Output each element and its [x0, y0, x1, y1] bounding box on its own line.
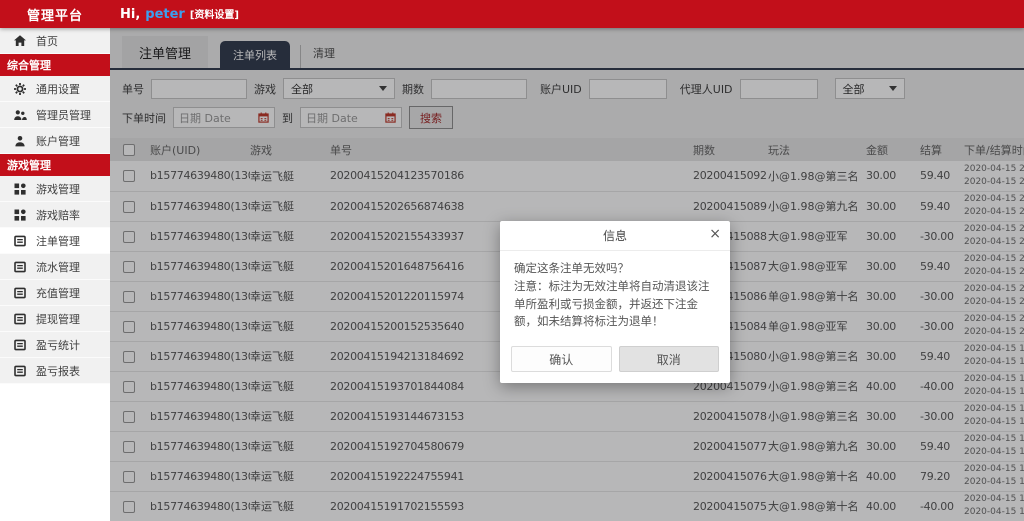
user-icon — [13, 134, 27, 148]
doc-icon — [13, 312, 27, 326]
profile-settings-link[interactable]: [资料设置] — [190, 6, 239, 21]
sidebar-item[interactable]: 游戏赔率 — [0, 202, 110, 228]
gear-icon — [13, 82, 27, 96]
sidebar-item-label: 管理员管理 — [36, 107, 91, 123]
sidebar-item-label: 提现管理 — [36, 311, 80, 327]
grid-icon — [13, 208, 27, 222]
sidebar-item[interactable]: 充值管理 — [0, 280, 110, 306]
sidebar-item[interactable]: 盈亏统计 — [0, 332, 110, 358]
dialog-title-bar: 信息 × — [500, 221, 730, 251]
main-content: 注单管理 注单列表 清理 单号 游戏 全部 期数 账户UID 代理人UID — [110, 28, 1024, 521]
user-greeting: Hi, peter [资料设置] — [120, 6, 239, 22]
sidebar-item[interactable]: 管理员管理 — [0, 102, 110, 128]
doc-icon — [13, 364, 27, 378]
dialog-notice-text: 注意：标注为无效注单将自动清退该注单所盈利或亏损金额，并返还下注金额，如未结算将… — [514, 278, 716, 331]
sidebar-item[interactable]: 游戏管理 — [0, 176, 110, 202]
grid-icon — [13, 182, 27, 196]
sidebar-item-label: 通用设置 — [36, 81, 80, 97]
doc-icon — [13, 286, 27, 300]
doc-icon — [13, 338, 27, 352]
doc-icon — [13, 234, 27, 248]
sidebar-item[interactable]: 盈亏报表 — [0, 358, 110, 384]
admin-app: 管理平台 Hi, peter [资料设置] 首页综合管理通用设置管理员管理账户管… — [0, 0, 1024, 521]
doc-icon — [13, 260, 27, 274]
dialog-title: 信息 — [603, 227, 627, 244]
top-header-bar: 管理平台 Hi, peter [资料设置] — [0, 0, 1024, 28]
sidebar-item-label: 注单管理 — [36, 233, 80, 249]
sidebar-item-label: 盈亏统计 — [36, 337, 80, 353]
sidebar-item[interactable]: 首页 — [0, 28, 110, 54]
sidebar-item-label: 充值管理 — [36, 285, 80, 301]
sidebar-item-label: 盈亏报表 — [36, 363, 80, 379]
sidebar-item[interactable]: 通用设置 — [0, 76, 110, 102]
sidebar-item-active[interactable]: 注单管理 — [0, 228, 110, 254]
home-icon — [13, 34, 27, 48]
dialog-message: 确定这条注单无效吗？ 注意：标注为无效注单将自动清退该注单所盈利或亏损金额，并返… — [500, 251, 730, 337]
username: peter — [145, 7, 185, 22]
sidebar-item-label: 游戏赔率 — [36, 207, 80, 223]
admins-icon — [13, 108, 27, 122]
dialog-footer: 确认 取消 — [500, 337, 730, 383]
sidebar-item[interactable]: 提现管理 — [0, 306, 110, 332]
sidebar-item-label: 账户管理 — [36, 133, 80, 149]
sidebar-item-label: 流水管理 — [36, 259, 80, 275]
cancel-button[interactable]: 取消 — [619, 346, 720, 372]
dialog-question-text: 确定这条注单无效吗？ — [514, 260, 716, 278]
confirm-dialog: 信息 × 确定这条注单无效吗？ 注意：标注为无效注单将自动清退该注单所盈利或亏损… — [500, 221, 730, 383]
sidebar-item-label: 游戏管理 — [36, 181, 80, 197]
sidebar-item[interactable]: 流水管理 — [0, 254, 110, 280]
greeting-prefix: Hi, — [120, 7, 140, 22]
sidebar-item[interactable]: 账户管理 — [0, 128, 110, 154]
sidebar-section-header: 综合管理 — [0, 54, 110, 76]
confirm-button[interactable]: 确认 — [511, 346, 612, 372]
sidebar-section-header: 游戏管理 — [0, 154, 110, 176]
close-icon[interactable]: × — [709, 227, 721, 241]
sidebar: 首页综合管理通用设置管理员管理账户管理游戏管理游戏管理游戏赔率注单管理流水管理充… — [0, 28, 110, 521]
app-logo-title: 管理平台 — [0, 5, 110, 24]
sidebar-item-label: 首页 — [36, 33, 58, 49]
